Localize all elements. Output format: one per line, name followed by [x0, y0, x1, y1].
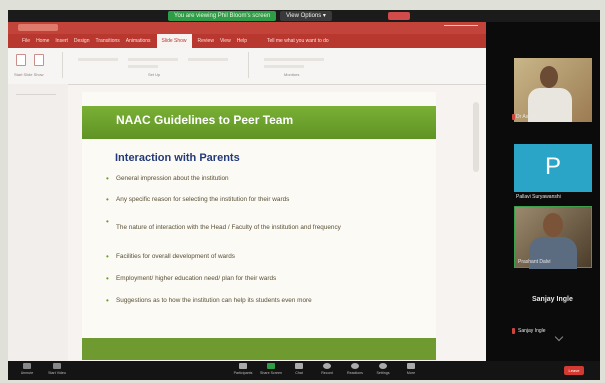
powerpoint-logo — [18, 24, 58, 31]
toolbar-label: Record — [321, 371, 333, 375]
participants-button[interactable]: Participants — [230, 363, 256, 375]
viewing-screen-status: You are viewing Phil Bloom's screen — [168, 11, 277, 21]
leave-meeting-button[interactable]: Leave — [564, 366, 584, 375]
participant-name: Pallavi Suryawanshi — [516, 194, 561, 200]
slide-thumbnail-panel[interactable] — [8, 84, 68, 361]
video-button[interactable]: Start Video — [44, 363, 70, 375]
vertical-scrollbar[interactable] — [473, 102, 479, 172]
toolbar-label: More — [406, 371, 416, 375]
participant-video-tile[interactable]: Dr Ashok — [514, 58, 592, 122]
bullet-item: Any specific reason for selecting the in… — [104, 195, 424, 204]
more-button[interactable]: More — [398, 363, 424, 375]
video-icon — [53, 363, 61, 369]
tab-file[interactable]: File — [22, 34, 30, 48]
toolbar-label: Unmute — [20, 371, 34, 375]
bullet-item: General impression about the institution — [104, 174, 424, 183]
tab-slide-show[interactable]: Slide Show — [156, 34, 192, 48]
toolbar-label: Start Video — [48, 371, 66, 375]
tab-view[interactable]: View — [220, 34, 231, 48]
ribbon: Start Slide Show Set Up Monitors — [8, 48, 486, 85]
ribbon-group-label: Start Slide Show — [14, 72, 44, 77]
speaker-caption: Sanjay Ingle — [518, 328, 546, 334]
participants-panel: Dr Ashok P Pallavi Suryawanshi Prashant … — [486, 22, 600, 361]
powerpoint-window: File Home Insert Design Transitions Anim… — [8, 22, 486, 361]
tab-home[interactable]: Home — [36, 34, 49, 48]
tell-me-search[interactable]: Tell me what you want to do — [267, 34, 329, 48]
ribbon-tab-bar: File Home Insert Design Transitions Anim… — [8, 34, 486, 48]
share-control-button[interactable] — [388, 12, 410, 20]
ribbon-group-monitors: Monitors — [254, 52, 374, 78]
slide-footer-band — [82, 338, 436, 360]
meeting-toolbar: Unmute Start Video Participants Share Sc… — [8, 361, 600, 380]
slide-subtitle: Interaction with Parents — [115, 152, 240, 164]
active-speaker-tile[interactable]: Prashant Dalvi — [514, 206, 592, 269]
tab-transitions[interactable]: Transitions — [96, 34, 120, 48]
reactions-icon — [351, 363, 359, 369]
participants-icon — [239, 363, 247, 369]
reactions-button[interactable]: Reactions — [342, 363, 368, 375]
powerpoint-titlebar — [8, 22, 486, 34]
ribbon-faint-control[interactable] — [128, 65, 158, 68]
muted-mic-icon — [512, 114, 515, 120]
participant-face — [543, 213, 563, 237]
chat-button[interactable]: Chat — [286, 363, 312, 375]
participant-name: Prashant Dalvi — [518, 259, 551, 265]
ribbon-group-label: Monitors — [284, 72, 300, 77]
avatar-letter: P — [544, 153, 561, 180]
bullet-item: Facilities for overall development of wa… — [104, 252, 424, 261]
ribbon-faint-control[interactable] — [78, 58, 118, 61]
bullet-item: Employment/ higher education need/ plan … — [104, 274, 424, 283]
tab-design[interactable]: Design — [74, 34, 90, 48]
tab-help[interactable]: Help — [237, 34, 247, 48]
speaker-name: Sanjay Ingle — [532, 296, 573, 303]
ribbon-faint-control[interactable] — [264, 58, 324, 61]
from-current-icon[interactable] — [34, 54, 44, 66]
record-icon — [323, 363, 331, 369]
ribbon-group-label: Set Up — [148, 72, 161, 77]
window-controls[interactable] — [444, 25, 478, 32]
toolbar-label: Share Screen — [260, 371, 282, 375]
chat-icon — [295, 363, 303, 369]
mic-icon — [23, 363, 31, 369]
ribbon-faint-control[interactable] — [128, 58, 178, 61]
ribbon-group-start: Start Slide Show — [12, 52, 63, 78]
tab-animations[interactable]: Animations — [126, 34, 151, 48]
ribbon-faint-control[interactable] — [264, 65, 304, 68]
share-screen-button[interactable]: Share Screen — [258, 363, 284, 375]
meeting-window: You are viewing Phil Bloom's screen View… — [8, 10, 600, 380]
settings-button[interactable]: Settings — [370, 363, 396, 375]
slide-title: NAAC Guidelines to Peer Team — [116, 113, 294, 127]
more-icon — [407, 363, 415, 369]
slide-canvas[interactable]: NAAC Guidelines to Peer Team Interaction… — [82, 92, 436, 360]
participant-avatar-tile[interactable]: P — [514, 144, 592, 192]
view-options-button[interactable]: View Options ▾ — [280, 11, 332, 21]
ribbon-faint-control[interactable] — [188, 58, 228, 61]
toolbar-label: Settings — [376, 371, 390, 375]
participant-name: Dr Ashok — [516, 114, 537, 120]
share-screen-icon — [267, 363, 275, 369]
bullet-item: Suggestions as to how the institution ca… — [104, 296, 424, 305]
record-button[interactable]: Record — [314, 363, 340, 375]
toolbar-label: Reactions — [347, 371, 363, 375]
bullet-item: The nature of interaction with the Head … — [104, 217, 424, 239]
from-beginning-icon[interactable] — [16, 54, 26, 66]
muted-mic-icon — [512, 328, 515, 334]
settings-icon — [379, 363, 387, 369]
chevron-down-icon[interactable] — [554, 332, 564, 342]
ribbon-group-setup: Set Up — [68, 52, 249, 78]
bullet-list: General impression about the institution… — [104, 174, 424, 305]
mic-button[interactable]: Unmute — [14, 363, 40, 375]
participant-face — [540, 66, 558, 88]
panel-divider — [16, 94, 56, 95]
toolbar-label: Chat — [295, 371, 303, 375]
tab-review[interactable]: Review — [198, 34, 214, 48]
toolbar-label: Participants — [233, 371, 253, 375]
tab-insert[interactable]: Insert — [55, 34, 68, 48]
screen-share-banner: You are viewing Phil Bloom's screen View… — [8, 10, 600, 22]
photo-frame: You are viewing Phil Bloom's screen View… — [0, 0, 605, 383]
